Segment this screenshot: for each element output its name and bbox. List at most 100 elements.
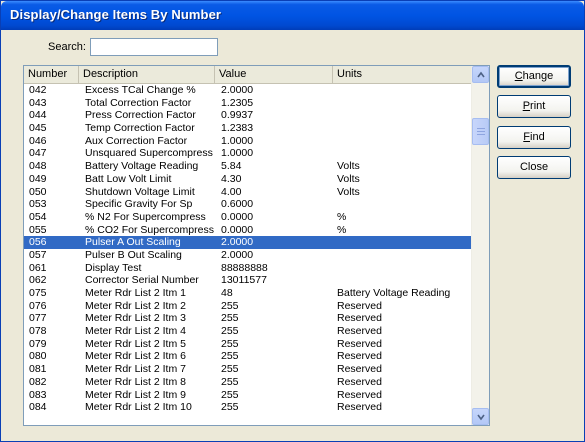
row-value: 0.6000 — [221, 198, 254, 211]
row-number: 082 — [29, 375, 47, 388]
row-value: 255 — [221, 325, 239, 338]
table-row[interactable]: 046 Aux Correction Factor 1.0000 — [24, 135, 472, 148]
row-units: Reserved — [337, 350, 382, 363]
row-description: Batt Low Volt Limit — [85, 172, 172, 185]
row-value: 1.2383 — [221, 122, 254, 135]
row-description: Press Correction Factor — [85, 109, 196, 122]
row-value: 48 — [221, 287, 233, 299]
row-value: 2.0000 — [221, 84, 254, 96]
chevron-down-icon — [477, 413, 485, 421]
row-units: Battery Voltage Reading — [337, 287, 451, 299]
find-button[interactable]: Find — [497, 126, 571, 149]
row-value: 255 — [221, 312, 239, 325]
table-row[interactable]: 044 Press Correction Factor 0.9937 — [24, 109, 472, 122]
row-description: Battery Voltage Reading — [85, 160, 199, 173]
row-value: 1.0000 — [221, 134, 254, 147]
vertical-scrollbar[interactable] — [471, 66, 489, 425]
table-row[interactable]: 082 Meter Rdr List 2 Itm 8 255 Reserved — [24, 376, 472, 389]
table-row[interactable]: 049 Batt Low Volt Limit 4.30 Volts — [24, 173, 472, 186]
table-row[interactable]: 056 Pulser A Out Scaling 2.0000 — [24, 236, 472, 249]
table-row[interactable]: 054 % N2 For Supercompress 0.0000% — [24, 211, 472, 224]
row-value: 255 — [221, 401, 239, 414]
table-row[interactable]: 047 Unsquared Supercompress 1.0000 — [24, 147, 472, 160]
row-value: 0.9937 — [221, 109, 254, 122]
close-button[interactable]: Close — [497, 156, 571, 179]
table-row[interactable]: 055 % CO2 For Supercompress 0.0000% — [24, 224, 472, 237]
column-header-description[interactable]: Description — [79, 66, 215, 83]
table-row[interactable]: 080 Meter Rdr List 2 Itm 6 255 Reserved — [24, 350, 472, 363]
table-row[interactable]: 062 Corrector Serial Number 13011577 — [24, 274, 472, 287]
row-description: Meter Rdr List 2 Itm 1 — [85, 287, 186, 299]
row-description: Display Test — [85, 261, 142, 274]
row-number: 062 — [29, 274, 47, 287]
row-units: Reserved — [337, 337, 382, 350]
table-row[interactable]: 079 Meter Rdr List 2 Itm 5 255 Reserved — [24, 338, 472, 351]
row-description: Shutdown Voltage Limit — [85, 185, 195, 198]
row-units: Reserved — [337, 312, 382, 325]
row-units: Volts — [337, 160, 360, 173]
table-row[interactable]: 043 Total Correction Factor 1.2305 — [24, 97, 472, 110]
row-description: Meter Rdr List 2 Itm 2 — [85, 299, 186, 312]
row-description: Meter Rdr List 2 Itm 6 — [85, 350, 186, 363]
search-label: Search: — [48, 41, 86, 53]
column-header-units[interactable]: Units — [333, 66, 472, 83]
row-value: 255 — [221, 388, 239, 401]
scroll-thumb[interactable] — [472, 118, 489, 145]
table-row[interactable]: 057 Pulser B Out Scaling 2.0000 — [24, 249, 472, 262]
row-number: 044 — [29, 109, 47, 122]
row-number: 048 — [29, 160, 47, 173]
table-row[interactable]: 083 Meter Rdr List 2 Itm 9 255 Reserved — [24, 389, 472, 402]
row-description: Specific Gravity For Sp — [85, 198, 193, 211]
table-row[interactable]: 077 Meter Rdr List 2 Itm 3 255 Reserved — [24, 312, 472, 325]
row-description: Corrector Serial Number — [85, 274, 199, 287]
scroll-down-button[interactable] — [472, 408, 489, 425]
row-value: 2.0000 — [221, 236, 254, 249]
title-bar[interactable]: Display/Change Items By Number — [1, 1, 584, 30]
column-header-number[interactable]: Number — [24, 66, 79, 83]
row-number: 083 — [29, 388, 47, 401]
row-units: % — [337, 210, 347, 223]
row-description: Pulser A Out Scaling — [85, 236, 181, 249]
row-value: 1.0000 — [221, 147, 254, 160]
row-units: Reserved — [337, 401, 382, 414]
list-header: Number Description Value Units — [24, 66, 472, 84]
print-button[interactable]: Print — [497, 95, 571, 118]
table-row[interactable]: 045 Temp Correction Factor 1.2383 — [24, 122, 472, 135]
column-header-value[interactable]: Value — [215, 66, 333, 83]
row-value: 255 — [221, 363, 239, 376]
row-description: Aux Correction Factor — [85, 134, 188, 147]
table-row[interactable]: 053 Specific Gravity For Sp 0.6000 — [24, 198, 472, 211]
row-value: 1.2305 — [221, 96, 254, 109]
table-row[interactable]: 048 Battery Voltage Reading 5.84 Volts — [24, 160, 472, 173]
table-row[interactable]: 075 Meter Rdr List 2 Itm 1 48 Battery Volta… — [24, 287, 472, 300]
row-units: Volts — [337, 185, 360, 198]
table-row[interactable]: 042 Excess TCal Change % 2.0000 — [24, 84, 472, 97]
table-row[interactable]: 081 Meter Rdr List 2 Itm 7 255 Reserved — [24, 363, 472, 376]
row-value: 0.0000 — [221, 210, 254, 223]
table-row[interactable]: 061 Display Test 88888888 — [24, 262, 472, 275]
row-value: 13011577 — [221, 274, 267, 287]
row-description: % CO2 For Supercompress — [85, 223, 214, 236]
row-number: 042 — [29, 84, 47, 96]
row-number: 081 — [29, 363, 47, 376]
scroll-up-button[interactable] — [472, 66, 489, 83]
row-number: 053 — [29, 198, 47, 211]
row-units: Reserved — [337, 325, 382, 338]
row-units: % — [337, 223, 347, 236]
row-units: Reserved — [337, 363, 382, 376]
row-number: 055 — [29, 223, 47, 236]
table-row[interactable]: 078 Meter Rdr List 2 Itm 4 255 Reserved — [24, 325, 472, 338]
row-number: 050 — [29, 185, 47, 198]
change-button[interactable]: Change — [497, 65, 571, 88]
search-input[interactable] — [90, 38, 218, 56]
list-rows: 042 Excess TCal Change % 2.0000 043 Total Co… — [24, 84, 472, 414]
table-row[interactable]: 076 Meter Rdr List 2 Itm 2 255 Reserved — [24, 300, 472, 313]
row-units: Reserved — [337, 375, 382, 388]
table-row[interactable]: 050 Shutdown Voltage Limit 4.00 Volts — [24, 186, 472, 199]
row-number: 080 — [29, 350, 47, 363]
row-number: 077 — [29, 312, 47, 325]
row-value: 2.0000 — [221, 248, 254, 261]
items-list[interactable]: Number Description Value Units 042 Excess… — [23, 65, 490, 426]
table-row[interactable]: 084 Meter Rdr List 2 Itm 10 255 Reserved — [24, 401, 472, 414]
row-value: 88888888 — [221, 261, 268, 274]
